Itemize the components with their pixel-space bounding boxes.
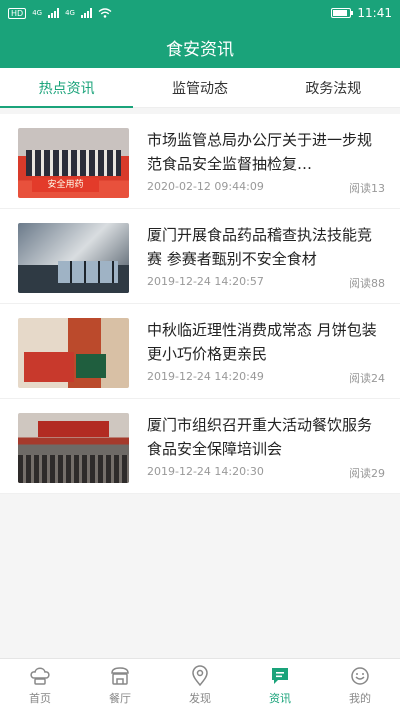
news-read-count: 阅读24: [349, 372, 385, 385]
nav-label: 发现: [189, 692, 211, 705]
news-date: 2020-02-12 09:44:09: [147, 180, 264, 193]
news-date: 2019-12-24 14:20:49: [147, 370, 264, 383]
sim-icon: HD: [8, 7, 27, 19]
news-info: 中秋临近理性消费成常态 月饼包装更小巧价格更亲民 2019-12-24 14:2…: [129, 318, 385, 398]
page-title-bar: 食安资讯: [0, 26, 400, 68]
status-right: 11:41: [331, 6, 392, 20]
news-item[interactable]: 安全用药 市场监管总局办公厅关于进一步规范食品安全监督抽检复… 2020-02-…: [0, 114, 400, 209]
thumbnail-banner: 安全用药: [32, 178, 99, 192]
nav-label: 首页: [29, 692, 51, 705]
signal-icon: [48, 8, 60, 18]
battery-icon: [331, 8, 354, 18]
news-meta: 2020-02-12 09:44:09 阅读13: [147, 180, 385, 196]
tab-hot-news[interactable]: 热点资讯: [0, 68, 134, 108]
network-label-1: 4G: [32, 9, 43, 17]
nav-label: 我的: [349, 692, 371, 705]
news-title: 厦门开展食品药品稽查执法技能竞赛 参赛者甄别不安全食材: [147, 226, 373, 268]
nav-news[interactable]: 资讯: [240, 659, 320, 711]
message-icon: [272, 668, 288, 684]
news-title: 市场监管总局办公厅关于进一步规范食品安全监督抽检复…: [147, 131, 373, 173]
signal-icon: [80, 8, 92, 18]
news-thumbnail: [18, 223, 129, 293]
news-read-count: 阅读29: [349, 467, 385, 480]
restaurant-icon: [111, 667, 129, 685]
nav-restaurant[interactable]: 餐厅: [80, 659, 160, 711]
tab-regulation-news[interactable]: 监管动态: [133, 68, 266, 107]
tab-label: 政务法规: [305, 80, 362, 97]
news-meta: 2019-12-24 14:20:57 阅读88: [147, 275, 385, 291]
nav-label: 资讯: [269, 692, 291, 705]
status-bar: HD 4G 4G 11:41: [0, 0, 400, 26]
news-info: 厦门市组织召开重大活动餐饮服务食品安全保障培训会 2019-12-24 14:2…: [129, 413, 385, 493]
news-thumbnail: [18, 318, 129, 388]
thumbnail-people: [26, 150, 121, 176]
tab-label: 监管动态: [171, 80, 228, 97]
news-info: 厦门开展食品药品稽查执法技能竞赛 参赛者甄别不安全食材 2019-12-24 1…: [129, 223, 385, 303]
news-item[interactable]: 中秋临近理性消费成常态 月饼包装更小巧价格更亲民 2019-12-24 14:2…: [0, 304, 400, 399]
news-item[interactable]: 厦门市组织召开重大活动餐饮服务食品安全保障培训会 2019-12-24 14:2…: [0, 399, 400, 494]
location-pin-icon: [192, 665, 208, 687]
news-date: 2019-12-24 14:20:30: [147, 465, 264, 478]
nav-home[interactable]: 首页: [0, 659, 80, 711]
nav-label: 餐厅: [109, 692, 131, 705]
news-thumbnail: 安全用药: [18, 128, 129, 198]
status-left: HD 4G 4G: [8, 7, 112, 19]
bottom-nav: 首页 餐厅 发现 资讯 我的: [0, 658, 400, 711]
news-read-count: 阅读13: [349, 182, 385, 195]
battery-fill: [333, 10, 347, 16]
news-list: 安全用药 市场监管总局办公厅关于进一步规范食品安全监督抽检复… 2020-02-…: [0, 114, 400, 494]
news-title: 中秋临近理性消费成常态 月饼包装更小巧价格更亲民: [147, 321, 377, 363]
news-read-count: 阅读88: [349, 277, 385, 290]
smile-face-icon: [351, 667, 369, 685]
chef-hat-icon: [30, 667, 50, 685]
page-title: 食安资讯: [166, 39, 234, 60]
thumbnail-box: [24, 352, 74, 382]
thumbnail-audience: [18, 455, 129, 483]
tab-policy-laws[interactable]: 政务法规: [267, 68, 400, 107]
thumbnail-box: [76, 354, 106, 378]
news-thumbnail: [18, 413, 129, 483]
wifi-icon: [98, 8, 112, 18]
news-item[interactable]: 厦门开展食品药品稽查执法技能竞赛 参赛者甄别不安全食材 2019-12-24 1…: [0, 209, 400, 304]
news-info: 市场监管总局办公厅关于进一步规范食品安全监督抽检复… 2020-02-12 09…: [129, 128, 385, 208]
thumbnail-screens: [58, 261, 118, 283]
category-tabs: 热点资讯 监管动态 政务法规: [0, 68, 400, 108]
nav-mine[interactable]: 我的: [320, 659, 400, 711]
nav-discover[interactable]: 发现: [160, 659, 240, 711]
news-date: 2019-12-24 14:20:57: [147, 275, 264, 288]
network-label-2: 4G: [65, 9, 75, 17]
status-time: 11:41: [357, 6, 392, 20]
news-meta: 2019-12-24 14:20:30 阅读29: [147, 465, 385, 481]
news-title: 厦门市组织召开重大活动餐饮服务食品安全保障培训会: [147, 416, 373, 458]
thumbnail-stage: [38, 421, 109, 437]
news-meta: 2019-12-24 14:20:49 阅读24: [147, 370, 385, 386]
tab-label: 热点资讯: [38, 80, 95, 97]
